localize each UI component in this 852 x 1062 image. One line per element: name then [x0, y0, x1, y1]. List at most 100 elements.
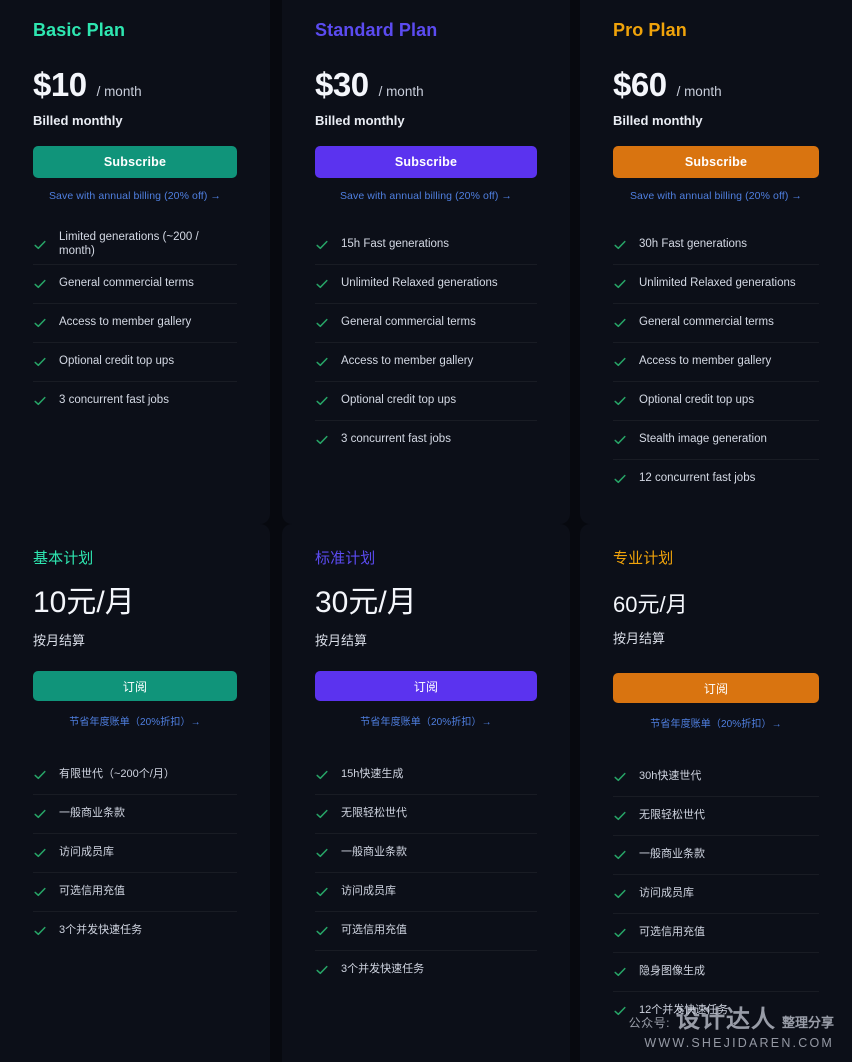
feature-item: 访问成员库	[315, 872, 537, 911]
pricing-page: Basic Plan $10 / month Billed monthly Su…	[0, 0, 852, 1062]
feature-label: 15h Fast generations	[341, 237, 450, 250]
feature-item: 15h Fast generations	[315, 226, 537, 264]
check-icon	[613, 770, 627, 784]
check-icon	[315, 238, 329, 252]
feature-item: 30h快速世代	[613, 758, 819, 796]
subscribe-button-standard-zh[interactable]: 订阅	[315, 671, 537, 701]
check-icon	[315, 355, 329, 369]
plan-price-line-pro: $60 / month	[613, 68, 819, 101]
feature-item: 隐身图像生成	[613, 952, 819, 991]
check-icon	[315, 316, 329, 330]
annual-billing-link-basic[interactable]: Save with annual billing (20% off) →	[33, 190, 237, 202]
annual-billing-link-standard[interactable]: Save with annual billing (20% off) →	[315, 190, 537, 202]
feature-label: 无限轻松世代	[341, 807, 407, 820]
plan-period-basic: / month	[96, 83, 142, 99]
feature-item: Limited generations (~200 / month)	[33, 226, 237, 264]
plan-price-standard-zh: 30元/月	[315, 586, 417, 619]
feature-list-standard: 15h Fast generations Unlimited Relaxed ge…	[282, 226, 570, 459]
plan-period-standard: / month	[378, 83, 424, 99]
check-icon	[33, 316, 47, 330]
plan-card-pro: Pro Plan $60 / month Billed monthly Subs…	[580, 0, 852, 524]
plan-header-pro: Pro Plan $60 / month Billed monthly Subs…	[580, 0, 852, 226]
plan-title-standard: Standard Plan	[315, 20, 438, 40]
feature-label: 3个并发快速任务	[341, 963, 425, 976]
feature-label: 一般商业条款	[639, 848, 705, 861]
feature-label: 12 concurrent fast jobs	[639, 471, 756, 484]
plan-price-pro-zh: 60元/月	[613, 592, 688, 617]
plan-title-pro-zh: 专业计划	[613, 550, 674, 567]
plan-header-standard: Standard Plan $30 / month Billed monthly…	[282, 0, 570, 226]
check-icon	[315, 963, 329, 977]
feature-item: General commercial terms	[315, 302, 537, 342]
feature-item: Unlimited Relaxed generations	[315, 263, 537, 303]
feature-item: 可选信用充值	[315, 911, 537, 950]
feature-item: Optional credit top ups	[315, 380, 537, 420]
feature-label: 有限世代（~200个/月）	[59, 768, 175, 781]
feature-label: 一般商业条款	[341, 846, 407, 859]
check-icon	[315, 433, 329, 447]
plan-billing-note-standard-zh: 按月结算	[315, 633, 368, 648]
plan-header-basic: Basic Plan $10 / month Billed monthly Su…	[0, 0, 270, 226]
feature-label: General commercial terms	[59, 276, 194, 289]
feature-item: General commercial terms	[33, 263, 237, 303]
check-icon	[315, 846, 329, 860]
subscribe-button-basic-zh[interactable]: 订阅	[33, 671, 237, 701]
subscribe-button-standard[interactable]: Subscribe	[315, 145, 537, 178]
plan-billing-note-basic: Billed monthly	[33, 112, 123, 128]
check-icon	[613, 809, 627, 823]
feature-item: Stealth image generation	[613, 419, 819, 459]
check-icon	[613, 965, 627, 979]
plan-price-basic-zh: 10元/月	[33, 586, 135, 619]
feature-item: Optional credit top ups	[33, 341, 237, 381]
annual-billing-link-standard-zh[interactable]: 节省年度账单（20%折扣）→	[315, 713, 537, 728]
plan-price-line-basic-zh: 10元/月	[33, 588, 237, 618]
subscribe-button-basic[interactable]: Subscribe	[33, 145, 237, 178]
plan-price-line-basic: $10 / month	[33, 68, 237, 101]
feature-item: 一般商业条款	[33, 794, 237, 833]
plan-price-line-standard-zh: 30元/月	[315, 588, 537, 618]
plan-header-pro-zh: 专业计划 60元/月 按月结算 订阅 节省年度账单（20%折扣）→	[580, 524, 852, 758]
subscribe-button-pro-zh[interactable]: 订阅	[613, 673, 819, 703]
plan-card-pro-zh: 专业计划 60元/月 按月结算 订阅 节省年度账单（20%折扣）→ 30h快速世…	[580, 524, 852, 1062]
feature-label: 15h快速生成	[341, 768, 404, 781]
annual-billing-link-basic-zh[interactable]: 节省年度账单（20%折扣）→	[33, 713, 237, 728]
feature-item: General commercial terms	[613, 302, 819, 342]
check-icon	[315, 924, 329, 938]
plan-header-basic-zh: 基本计划 10元/月 按月结算 订阅 节省年度账单（20%折扣）→	[0, 524, 270, 756]
feature-label: 可选信用充值	[639, 926, 705, 939]
plan-price-line-pro-zh: 60元/月	[613, 594, 819, 616]
check-icon	[33, 846, 47, 860]
feature-item: 可选信用充值	[33, 872, 237, 911]
pricing-row-english: Basic Plan $10 / month Billed monthly Su…	[0, 0, 852, 524]
plan-title-basic: Basic Plan	[33, 20, 126, 40]
feature-item: Unlimited Relaxed generations	[613, 263, 819, 303]
feature-label: Access to member gallery	[341, 354, 474, 367]
feature-list-basic: Limited generations (~200 / month) Genera…	[0, 226, 270, 420]
feature-item: 3个并发快速任务	[315, 950, 537, 989]
feature-label: Access to member gallery	[59, 315, 192, 328]
feature-label: Unlimited Relaxed generations	[639, 276, 796, 289]
feature-label: 可选信用充值	[341, 924, 407, 937]
plan-title-pro: Pro Plan	[613, 20, 687, 40]
feature-label: Optional credit top ups	[341, 393, 457, 406]
check-icon	[613, 277, 627, 291]
feature-label: 隐身图像生成	[639, 965, 705, 978]
check-icon	[33, 238, 47, 252]
feature-list-pro: 30h Fast generations Unlimited Relaxed ge…	[580, 226, 852, 498]
check-icon	[315, 885, 329, 899]
annual-billing-link-pro-zh[interactable]: 节省年度账单（20%折扣）→	[613, 715, 819, 730]
feature-item: 3 concurrent fast jobs	[315, 419, 537, 459]
feature-label: 一般商业条款	[59, 807, 125, 820]
feature-label: 访问成员库	[639, 887, 694, 900]
check-icon	[613, 887, 627, 901]
feature-label: General commercial terms	[341, 315, 476, 328]
feature-item: 3 concurrent fast jobs	[33, 380, 237, 420]
pricing-row-chinese: 基本计划 10元/月 按月结算 订阅 节省年度账单（20%折扣）→ 有限世代（~…	[0, 524, 852, 1062]
plan-title-standard-zh: 标准计划	[315, 550, 376, 567]
subscribe-button-pro[interactable]: Subscribe	[613, 145, 819, 178]
feature-label: 3 concurrent fast jobs	[341, 432, 451, 445]
feature-label: 可选信用充值	[59, 885, 125, 898]
feature-item: 一般商业条款	[315, 833, 537, 872]
annual-billing-link-pro[interactable]: Save with annual billing (20% off) →	[613, 190, 819, 202]
plan-period-pro: / month	[676, 83, 722, 99]
